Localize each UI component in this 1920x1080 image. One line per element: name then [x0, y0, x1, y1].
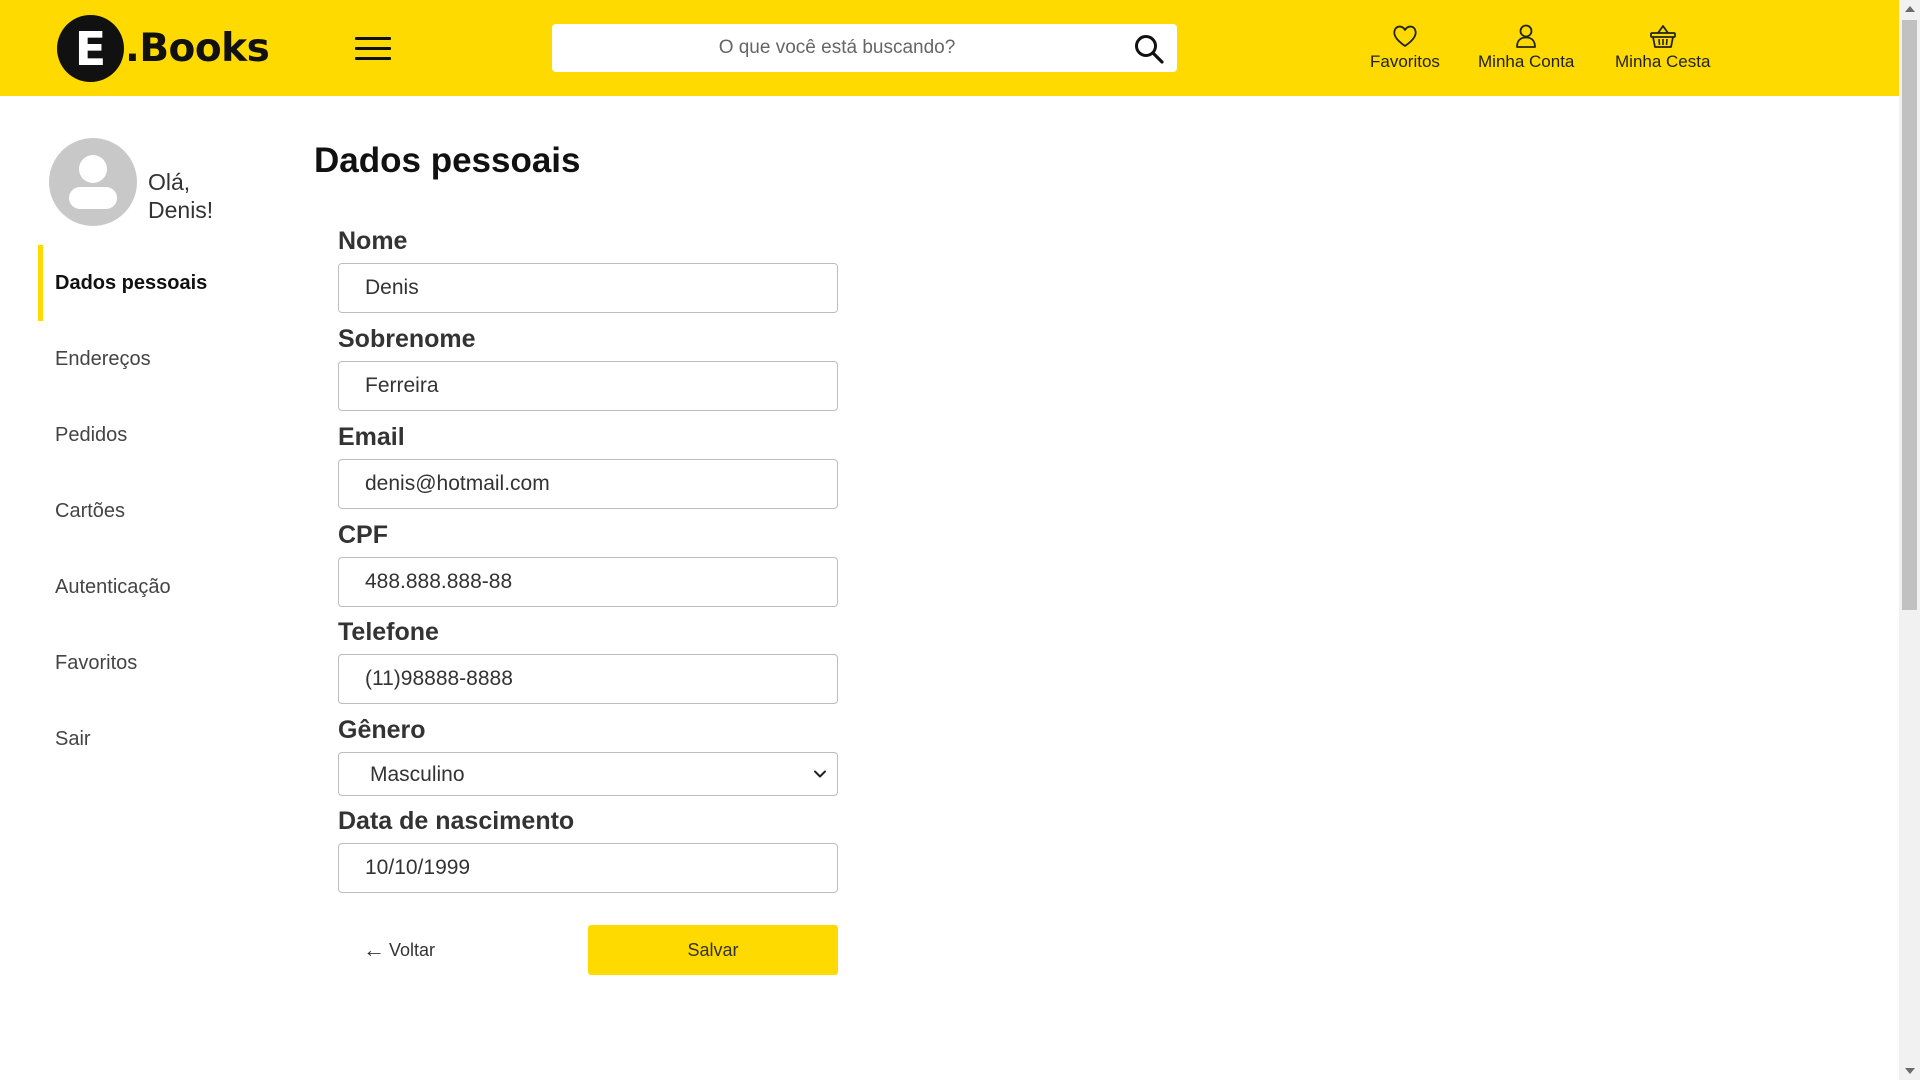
- nascimento-label: Data de nascimento: [338, 807, 575, 835]
- logo-mark: E: [57, 15, 124, 82]
- scrollbar[interactable]: [1899, 0, 1920, 1080]
- greeting: Olá, Denis!: [148, 168, 213, 224]
- cart-link[interactable]: Minha Cesta: [1615, 22, 1710, 72]
- user-avatar-icon: [69, 155, 117, 209]
- basket-icon: [1649, 25, 1676, 48]
- cpf-field[interactable]: [338, 557, 838, 607]
- greeting-line-1: Olá,: [148, 169, 191, 195]
- nome-label: Nome: [338, 227, 408, 255]
- sidebar-item-autenticacao[interactable]: Autenticação: [38, 549, 268, 625]
- sidebar-item-sair[interactable]: Sair: [38, 701, 268, 777]
- scroll-up-icon[interactable]: [1905, 6, 1915, 12]
- back-button[interactable]: ← Voltar: [363, 937, 435, 963]
- avatar: [49, 138, 137, 226]
- arrow-left-icon: ←: [363, 937, 385, 962]
- telefone-label: Telefone: [338, 618, 439, 646]
- search-bar: [552, 24, 1177, 72]
- heart-icon: [1393, 25, 1417, 47]
- genero-select[interactable]: Masculino: [338, 752, 838, 796]
- email-label: Email: [338, 423, 405, 451]
- account-label: Minha Conta: [1478, 52, 1575, 71]
- menu-icon[interactable]: [355, 37, 391, 61]
- back-label: Voltar: [389, 939, 436, 960]
- sobrenome-field[interactable]: [338, 361, 838, 411]
- scroll-down-icon[interactable]: [1905, 1068, 1915, 1074]
- sidebar-item-dados-pessoais[interactable]: Dados pessoais: [38, 245, 268, 321]
- search-input[interactable]: [552, 24, 1122, 72]
- account-link[interactable]: Minha Conta: [1478, 22, 1574, 72]
- email-field[interactable]: [338, 459, 838, 509]
- favorites-label: Favoritos: [1370, 52, 1440, 71]
- sobrenome-label: Sobrenome: [338, 325, 476, 353]
- sidebar-item-pedidos[interactable]: Pedidos: [38, 397, 268, 473]
- greeting-line-2: Denis!: [148, 197, 214, 223]
- telefone-field[interactable]: [338, 654, 838, 704]
- favorites-link[interactable]: Favoritos: [1370, 22, 1440, 72]
- nome-field[interactable]: [338, 263, 838, 313]
- top-header: E .Books Favoritos Minha Conta: [0, 0, 1899, 96]
- sidebar-item-favoritos[interactable]: Favoritos: [38, 625, 268, 701]
- page-title: Dados pessoais: [314, 141, 581, 180]
- logo-text: .Books: [125, 26, 270, 71]
- cpf-label: CPF: [338, 521, 388, 549]
- genero-selected-value: Masculino: [370, 763, 465, 786]
- logo[interactable]: E .Books: [57, 15, 270, 82]
- scroll-thumb[interactable]: [1902, 20, 1917, 610]
- cart-label: Minha Cesta: [1615, 52, 1711, 71]
- nascimento-field[interactable]: [338, 843, 838, 893]
- sidebar-item-enderecos[interactable]: Endereços: [38, 321, 268, 397]
- genero-label: Gênero: [338, 716, 426, 744]
- save-button[interactable]: Salvar: [588, 925, 838, 975]
- chevron-down-icon: [814, 770, 826, 778]
- user-icon: [1516, 24, 1537, 48]
- search-icon[interactable]: [1133, 33, 1165, 65]
- sidebar-item-cartoes[interactable]: Cartões: [38, 473, 268, 549]
